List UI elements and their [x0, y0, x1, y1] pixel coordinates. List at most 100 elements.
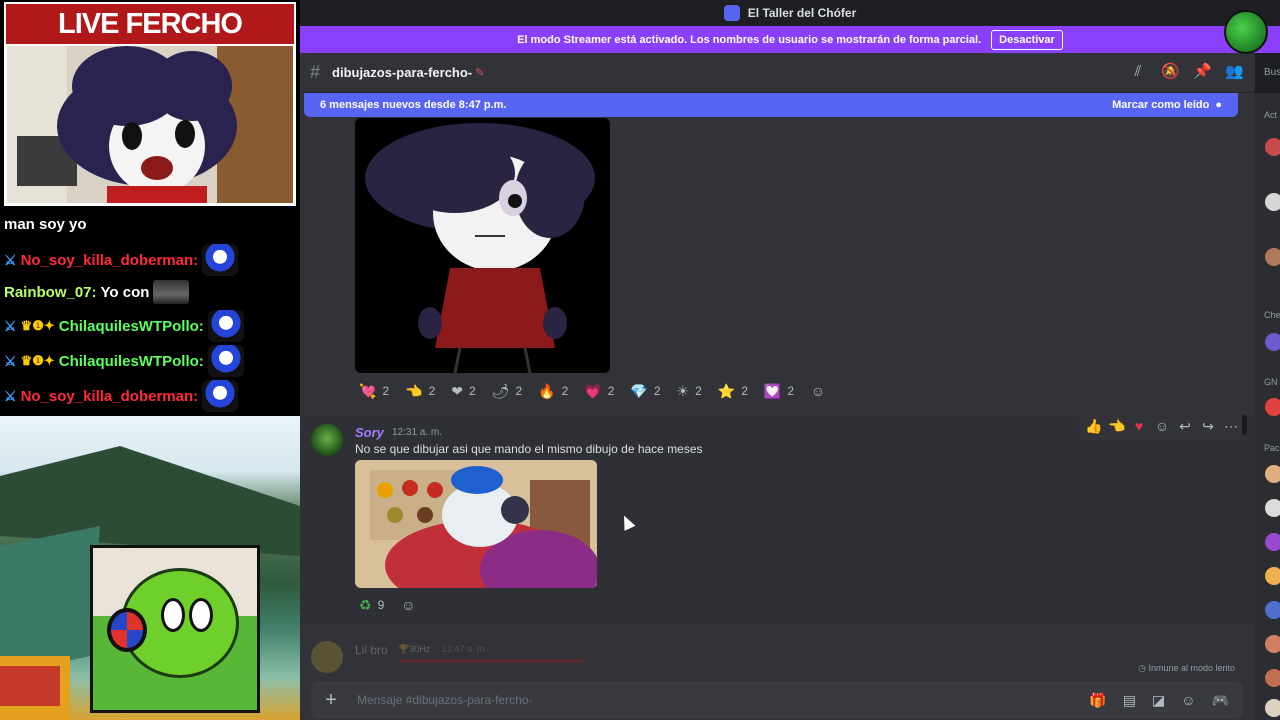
avatar[interactable] [311, 424, 343, 456]
server-name: El Taller del Chófer [747, 6, 857, 20]
reaction[interactable]: 💗 2 [580, 379, 618, 403]
reaction-count: 2 [607, 384, 615, 398]
reaction-emoji-icon: 💗 [584, 382, 602, 399]
apps-icon[interactable]: 🎮 [1212, 692, 1229, 709]
forward-icon[interactable]: ↪ [1200, 418, 1216, 435]
attachment-image[interactable] [355, 118, 610, 373]
new-messages-bar[interactable]: 6 mensajes nuevos desde 8:47 p.m. Marcar… [304, 93, 1238, 117]
emoji-icon[interactable]: ☺ [1181, 692, 1195, 709]
reaction[interactable]: 🌶 2 [488, 379, 526, 403]
sword-icon: ⚔ [4, 317, 17, 334]
channel-name: dibujazos-para-fercho- [332, 65, 473, 80]
avatar[interactable] [311, 641, 343, 673]
stream-chat: man soy yo ⚔ No_soy_killa_doberman: Rain… [0, 210, 300, 415]
chat-username: ChilaquilesWTPollo: [58, 317, 204, 335]
add-reaction-button[interactable]: ☺ [806, 379, 830, 403]
attachment-image[interactable] [355, 460, 597, 588]
notifications-muted-icon[interactable]: 🔕 [1161, 63, 1180, 81]
message-timestamp: 12:47 a. m. [442, 644, 488, 654]
reaction-emoji-icon: 🌶 [491, 382, 510, 399]
redacted-text-bar [400, 659, 585, 663]
reaction[interactable]: 💎 2 [626, 379, 664, 403]
reaction-count: 2 [515, 384, 523, 398]
pin-icon[interactable]: 📌 [1193, 63, 1212, 81]
avatar[interactable] [1265, 601, 1280, 619]
attach-plus-icon[interactable]: + [311, 689, 351, 712]
streamer-mode-banner: El modo Streamer está activado. Los nomb… [300, 26, 1280, 53]
more-options-icon[interactable]: ⋯ [1223, 418, 1239, 435]
deactivate-streamer-button[interactable]: Desactivar [991, 29, 1063, 50]
hash-icon: # [310, 62, 321, 82]
point-left-icon[interactable]: 👈 [1108, 418, 1125, 435]
scrollbar-thumb[interactable] [1242, 415, 1247, 435]
new-messages-text: 6 mensajes nuevos desde 8:47 p.m. [320, 99, 507, 111]
avatar[interactable] [1265, 193, 1280, 211]
thumbs-up-icon[interactable]: 👍 [1085, 418, 1102, 435]
message-text: No se que dibujar asi que mando el mismo… [355, 442, 703, 456]
avatar[interactable] [1265, 465, 1280, 483]
chat-line: ⚔ ♛❶✦ ChilaquilesWTPollo: [4, 310, 244, 342]
avatar[interactable] [1265, 533, 1280, 551]
reaction-count: 2 [382, 384, 390, 398]
crown-badge-icon: ♛❶✦ [20, 318, 55, 333]
heart-icon[interactable]: ♥ [1131, 418, 1147, 434]
chat-line: ⚔ No_soy_killa_doberman: [4, 244, 239, 276]
reaction[interactable]: 👈 2 [401, 379, 439, 403]
reaction-emoji-icon: 🔥 [538, 382, 556, 399]
message-area: 6 mensajes nuevos desde 8:47 p.m. Marcar… [300, 93, 1255, 720]
corner-avatar [1224, 10, 1268, 54]
member-list-icon[interactable]: 👥 [1225, 63, 1244, 81]
avatar[interactable] [1265, 635, 1280, 653]
gift-icon[interactable]: 🎁 [1089, 692, 1106, 709]
reaction-emoji-icon: 💟 [763, 382, 782, 399]
reaction[interactable]: ❤ 2 [447, 379, 479, 403]
gif-icon[interactable]: ▤ [1123, 692, 1136, 709]
stream-overlay: LIVE FERCHO REACTION man soy yo ⚔ No_soy… [0, 0, 300, 720]
window-titlebar: El Taller del Chófer [300, 0, 1280, 26]
mark-read-label: Marcar como leído [1112, 99, 1210, 111]
chat-line: ⚔ ♛❶✦ ChilaquilesWTPollo: [4, 345, 244, 377]
reply-icon[interactable]: ↩ [1177, 418, 1193, 435]
message-author[interactable]: Lil bro [355, 643, 388, 657]
peashooter-avatar [90, 545, 260, 713]
message-sory[interactable]: Sory 12:31 a. m. No se que dibujar asi q… [300, 412, 1255, 625]
add-reaction-icon[interactable]: ☺ [1154, 418, 1170, 434]
reaction-recycle[interactable]: ♻ 9 [355, 593, 388, 617]
mark-read-button[interactable]: Marcar como leído ● [1112, 99, 1222, 111]
search-input[interactable]: Bus [1255, 53, 1280, 93]
channel-emoji-icon: ✎ [475, 67, 485, 79]
avatar[interactable] [1265, 669, 1280, 687]
reaction[interactable]: 🔥 2 [534, 379, 572, 403]
message-hover-toolbar: 👍 👈 ♥ ☺ ↩ ↪ ⋯ [1079, 412, 1245, 440]
add-reaction-button[interactable]: ☺ [396, 593, 420, 617]
reaction-count: 2 [695, 384, 702, 398]
message-input[interactable] [355, 692, 1090, 708]
message-author[interactable]: Sory [355, 425, 384, 440]
reaction[interactable]: 💘 2 [355, 379, 393, 403]
reaction[interactable]: ⭐ 2 [714, 379, 752, 403]
avatar[interactable] [1265, 138, 1280, 156]
clock-icon: ◷ [1138, 663, 1146, 673]
reaction-emoji-icon: 👈 [405, 382, 423, 399]
avatar[interactable] [1265, 398, 1280, 416]
chat-text: Yo con [100, 283, 150, 301]
avatar[interactable] [1265, 567, 1280, 585]
avatar[interactable] [1265, 499, 1280, 517]
streamer-mode-text: El modo Streamer está activado. Los nomb… [517, 33, 982, 46]
chat-line: ⚔ No_soy_killa_doberman: [4, 380, 239, 412]
reaction[interactable]: 💟 2 [760, 379, 798, 403]
reaction-emoji-icon: ☀ [676, 382, 690, 399]
sword-icon: ⚔ [4, 387, 17, 404]
chat-username: No_soy_killa_doberman: [20, 387, 199, 405]
threads-icon[interactable]: ⫽ [1129, 63, 1147, 81]
avatar[interactable] [1265, 248, 1280, 266]
reaction[interactable]: ☀ 2 [673, 379, 706, 403]
message-lilbro[interactable]: Lil bro 🏆30Hz 12:47 a. m. [300, 633, 1255, 673]
sticker-icon[interactable]: ◪ [1152, 692, 1165, 709]
member-group-label: Pac [1264, 443, 1280, 453]
avatar[interactable] [1265, 699, 1280, 717]
overlay-title: LIVE FERCHO REACTION [4, 2, 296, 80]
sword-icon: ⚔ [4, 352, 17, 369]
avatar[interactable] [1265, 333, 1280, 351]
member-group-label: Che [1264, 310, 1280, 320]
